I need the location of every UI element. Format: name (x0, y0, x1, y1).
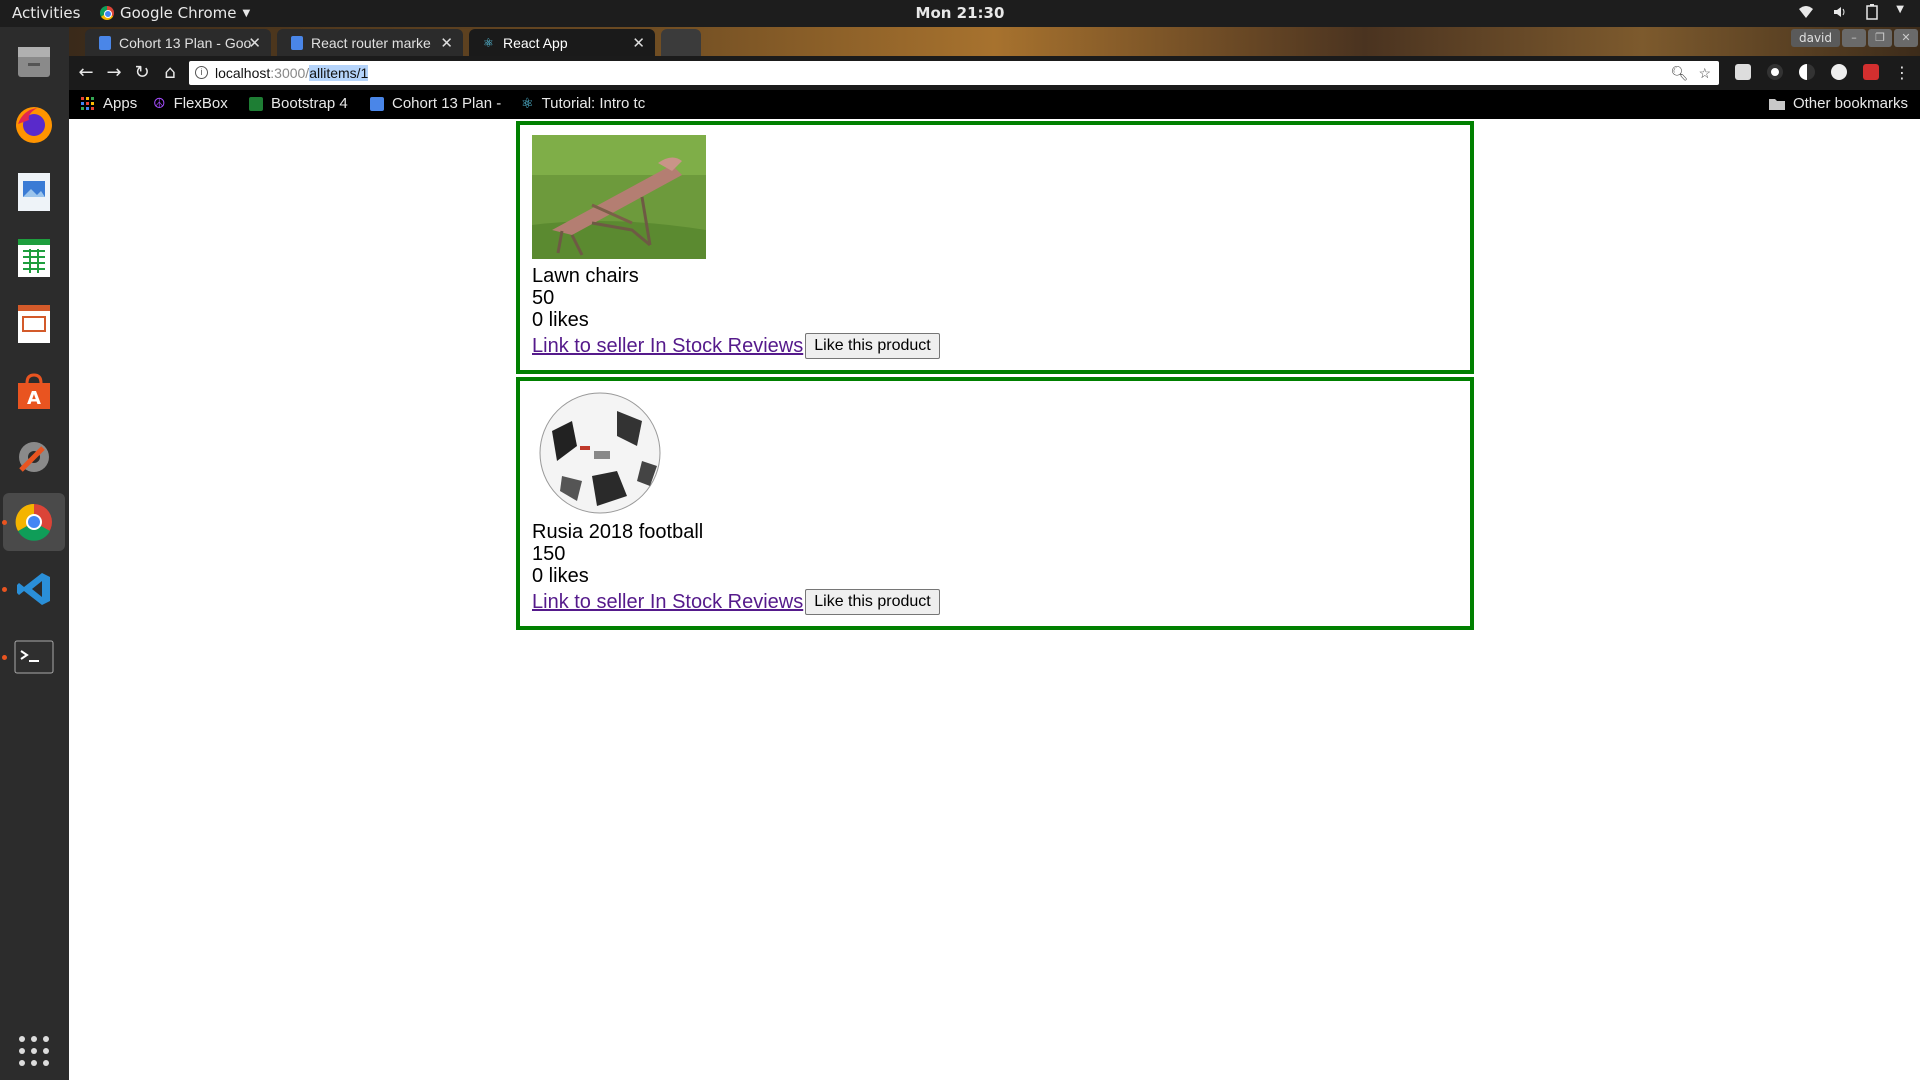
react-icon: ⚛ (483, 35, 494, 50)
app-menu-label: Google Chrome (120, 4, 237, 22)
like-button[interactable]: Like this product (805, 333, 940, 359)
tab-title: Cohort 13 Plan - Goo (119, 34, 252, 51)
product-price: 50 (532, 287, 555, 309)
product-card: Rusia 2018 football 150 0 likes Link to … (516, 377, 1474, 630)
bookmark-cohort-plan[interactable]: Cohort 13 Plan - (370, 95, 501, 112)
tab-strip: Cohort 13 Plan - Goo ✕ React router mark… (69, 27, 1920, 56)
product-likes: 0 likes (532, 309, 589, 331)
like-button[interactable]: Like this product (805, 589, 940, 615)
site-info-icon[interactable]: i (195, 66, 208, 79)
extension-icon[interactable] (1735, 64, 1751, 80)
extension-icon[interactable] (1863, 64, 1879, 80)
url-host: localhost (215, 65, 271, 81)
activities-button[interactable]: Activities (12, 4, 80, 22)
forward-icon[interactable]: → (103, 62, 125, 84)
image-viewer-icon[interactable] (10, 168, 58, 216)
seller-link[interactable]: Link to seller In Stock Reviews (532, 335, 803, 358)
new-tab-button[interactable] (661, 29, 701, 56)
bookmark-label: FlexBox (173, 95, 228, 112)
extension-icon[interactable] (1767, 64, 1783, 80)
bookmark-label: Bootstrap 4 (271, 95, 348, 112)
product-image-lawn-chair (532, 135, 706, 259)
close-icon[interactable]: ✕ (440, 34, 453, 52)
terminal-icon[interactable] (10, 633, 58, 681)
svg-text:A: A (27, 388, 41, 409)
close-icon[interactable]: ✕ (632, 34, 645, 52)
home-icon[interactable]: ⌂ (159, 62, 181, 84)
product-price: 150 (532, 543, 566, 565)
tab-cohort-plan[interactable]: Cohort 13 Plan - Goo ✕ (85, 29, 271, 56)
close-window-button[interactable]: ✕ (1894, 29, 1918, 47)
reload-icon[interactable]: ↻ (131, 62, 153, 84)
show-apps-icon[interactable] (10, 1027, 58, 1075)
firefox-icon[interactable] (10, 101, 58, 149)
bookmark-bootstrap[interactable]: Bootstrap 4 (249, 95, 348, 112)
chevron-down-icon: ▼ (242, 7, 251, 19)
docs-icon (291, 35, 303, 50)
url-path: allitems/1 (309, 65, 369, 81)
bookmark-apps[interactable]: Apps (81, 95, 137, 112)
profile-button[interactable]: david (1790, 29, 1840, 47)
peace-icon: ☮ (153, 95, 166, 111)
url-port: :3000/ (270, 65, 310, 81)
apps-grid-icon (81, 96, 94, 110)
spreadsheet-icon[interactable] (10, 234, 58, 282)
bookmark-label: Tutorial: Intro tc (541, 95, 646, 112)
react-icon: ⚛ (521, 95, 534, 111)
chrome-dock-icon[interactable] (3, 493, 65, 551)
battery-icon (1866, 4, 1879, 20)
bookmark-label: Cohort 13 Plan - (392, 95, 502, 112)
system-tray[interactable]: ▼ (1798, 4, 1904, 20)
product-likes: 0 likes (532, 565, 589, 587)
running-indicator (2, 587, 7, 592)
close-icon[interactable]: ✕ (248, 34, 261, 52)
bookmarks-bar: Apps ☮ FlexBox Bootstrap 4 Cohort 13 Pla… (69, 90, 1920, 119)
menu-kebab-icon[interactable]: ⋮ (1891, 62, 1913, 84)
vscode-icon[interactable] (10, 565, 58, 613)
software-center-icon[interactable]: A (10, 368, 58, 416)
browser-toolbar: ← → ↻ ⌂ i localhost:3000/allitems/1 🔍︎ ☆… (69, 56, 1920, 90)
other-bookmarks[interactable]: Other bookmarks (1768, 95, 1908, 112)
maximize-button[interactable]: ❐ (1868, 29, 1892, 47)
tab-title: React router marke (311, 34, 431, 51)
other-bookmarks-label: Other bookmarks (1792, 95, 1908, 112)
docs-icon (370, 96, 384, 111)
bookmark-flexbox[interactable]: ☮ FlexBox (153, 95, 228, 112)
running-indicator (2, 655, 7, 660)
tab-title: React App (503, 34, 568, 51)
product-card: Lawn chairs 50 0 likes Link to seller In… (516, 121, 1474, 374)
address-bar[interactable]: i localhost:3000/allitems/1 🔍︎ ☆ (189, 61, 1719, 85)
power-menu-icon: ▼ (1896, 4, 1904, 15)
extension-icon[interactable] (1831, 64, 1847, 80)
product-name: Lawn chairs (532, 265, 639, 287)
page-content: Lawn chairs 50 0 likes Link to seller In… (69, 119, 1920, 1080)
bootstrap-icon (249, 96, 263, 111)
wifi-icon (1799, 6, 1814, 18)
running-indicator (2, 520, 7, 525)
app-menu[interactable]: Google Chrome ▼ (100, 4, 250, 22)
seller-link[interactable]: Link to seller In Stock Reviews (532, 591, 803, 614)
back-icon[interactable]: ← (75, 62, 97, 84)
presentation-icon[interactable] (10, 300, 58, 348)
volume-icon (1834, 7, 1845, 17)
settings-icon[interactable] (10, 433, 58, 481)
folder-icon (1768, 99, 1785, 110)
tab-react-router[interactable]: React router marke ✕ (277, 29, 463, 56)
minimize-button[interactable]: – (1842, 29, 1866, 47)
tab-react-app[interactable]: ⚛ React App ✕ (469, 29, 655, 56)
bookmark-react-tutorial[interactable]: ⚛ Tutorial: Intro tc (521, 95, 645, 112)
dock: A (0, 27, 69, 1080)
ubuntu-top-bar: Activities Google Chrome ▼ Mon 21:30 ▼ (0, 0, 1920, 27)
bookmark-star-icon[interactable]: ☆ (1698, 61, 1711, 85)
files-icon[interactable] (10, 37, 58, 85)
clock[interactable]: Mon 21:30 (0, 4, 1920, 22)
zoom-icon[interactable]: 🔍︎ (1671, 61, 1689, 85)
bookmark-label: Apps (103, 95, 138, 112)
chrome-icon (100, 6, 114, 20)
product-name: Rusia 2018 football (532, 521, 704, 543)
extension-icon[interactable] (1799, 64, 1815, 80)
product-image-football (532, 391, 662, 515)
docs-icon (99, 35, 111, 50)
